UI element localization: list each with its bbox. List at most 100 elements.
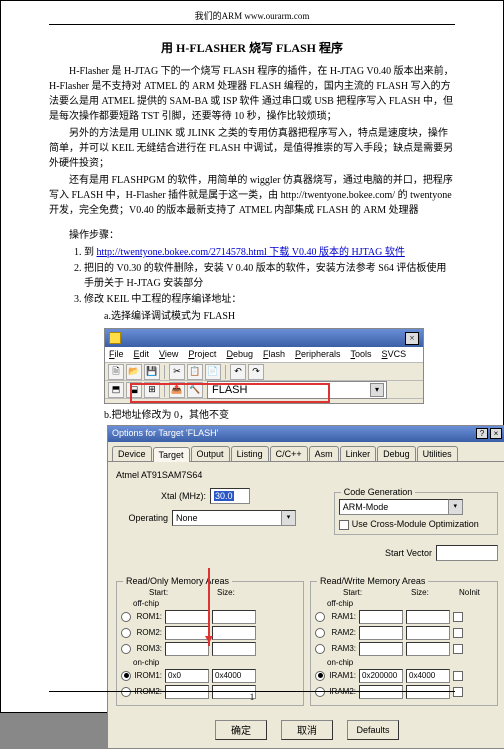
ram3-radio[interactable] <box>315 644 325 654</box>
startvector-input[interactable] <box>436 545 498 561</box>
menu-debug[interactable]: Debug <box>226 349 253 362</box>
codegen-legend: Code Generation <box>341 487 416 497</box>
iram1-size[interactable]: 0x4000 <box>406 669 450 683</box>
para-1: H-Flasher 是 H-JTAG 下的一个烧写 FLASH 程序的插件，在 … <box>49 64 455 124</box>
tb-icon[interactable]: ⬒ <box>108 382 124 398</box>
codegen-group: Code Generation ARM-Mode ▾ Use Cross-Mod… <box>334 492 498 535</box>
red-arrow-annotation <box>208 568 210 646</box>
rom1-radio[interactable] <box>121 612 131 622</box>
highlight-box <box>130 383 330 403</box>
help-icon[interactable]: ? <box>476 428 488 439</box>
menu-tools[interactable]: Tools <box>351 349 372 362</box>
menu-project[interactable]: Project <box>188 349 216 362</box>
irom1-start[interactable]: 0x0 <box>165 669 209 683</box>
onchip-label: on-chip <box>121 658 299 667</box>
device-label: Atmel AT91SAM7S64 <box>116 470 498 480</box>
keil-menubar[interactable]: File Edit View Project Debug Flash Perip… <box>105 347 423 363</box>
iram1-noinit[interactable] <box>453 671 463 681</box>
iram1-radio[interactable] <box>315 671 325 681</box>
dialog-title: Options for Target 'FLASH' <box>112 428 218 442</box>
xtal-input[interactable]: 30.0 <box>210 488 250 504</box>
tab-linker[interactable]: Linker <box>340 446 377 461</box>
tb-icon[interactable]: ↶ <box>230 364 246 380</box>
ok-button[interactable]: 确定 <box>215 720 267 740</box>
tab-utilities[interactable]: Utilities <box>417 446 458 461</box>
tb-icon[interactable]: 📂 <box>126 364 142 380</box>
step-3: 修改 KEIL 中工程的程序编译地址： <box>84 292 455 307</box>
ram3-noinit[interactable] <box>453 644 463 654</box>
tb-icon[interactable]: ↷ <box>248 364 264 380</box>
rw-memory-group: Read/Write Memory Areas Start:Size:NoIni… <box>310 581 498 706</box>
tab-device[interactable]: Device <box>112 446 152 461</box>
download-link[interactable]: http://twentyone.bokee.com/2714578.html <box>97 247 267 258</box>
rom1-size[interactable] <box>212 610 256 624</box>
defaults-button[interactable]: Defaults <box>347 720 399 740</box>
rom3-size[interactable] <box>212 642 256 656</box>
rom2-start[interactable] <box>165 626 209 640</box>
steps-list: 到 http://twentyone.bokee.com/2714578.htm… <box>49 245 455 307</box>
operating-label: Operating <box>116 513 168 523</box>
tab-target[interactable]: Target <box>153 447 190 462</box>
ram3-size[interactable] <box>406 642 450 656</box>
irom1-radio[interactable] <box>121 671 131 681</box>
tab-cpp[interactable]: C/C++ <box>270 446 308 461</box>
ram1-size[interactable] <box>406 610 450 624</box>
ro-legend: Read/Only Memory Areas <box>123 576 232 586</box>
chevron-down-icon[interactable]: ▾ <box>282 510 296 526</box>
chevron-down-icon[interactable]: ▾ <box>370 383 384 397</box>
step-2: 把旧的 V0.30 的软件删除，安装 V 0.40 版本的软件，安装方法参考 S… <box>84 261 455 291</box>
menu-edit[interactable]: Edit <box>134 349 150 362</box>
offchip-label: off-chip <box>315 599 493 608</box>
xtal-label: Xtal (MHz): <box>116 491 206 501</box>
ram3-start[interactable] <box>359 642 403 656</box>
rw-legend: Read/Write Memory Areas <box>317 576 428 586</box>
menu-flash[interactable]: Flash <box>263 349 285 362</box>
rom3-radio[interactable] <box>121 644 131 654</box>
step-3a: a.选择编译调试模式为 FLASH <box>49 309 455 324</box>
offchip-label: off-chip <box>121 599 299 608</box>
step-1: 到 http://twentyone.bokee.com/2714578.htm… <box>84 245 455 260</box>
ram2-radio[interactable] <box>315 628 325 638</box>
rom2-radio[interactable] <box>121 628 131 638</box>
iram1-start[interactable]: 0x200000 <box>359 669 403 683</box>
startvector-label: Start Vector <box>385 548 432 558</box>
para-3: 还有是用 FLASHPGM 的软件，用简单的 wiggler 仿真器烧写，通过电… <box>49 173 455 218</box>
tb-icon[interactable]: 📄 <box>205 364 221 380</box>
step-3b: b.把地址修改为 0，其他不变 <box>49 406 455 421</box>
tb-icon[interactable]: 📋 <box>187 364 203 380</box>
dialog-tabs: Device Target Output Listing C/C++ Asm L… <box>108 442 504 462</box>
tb-icon[interactable]: 💾 <box>144 364 160 380</box>
close-icon[interactable]: × <box>490 428 502 439</box>
menu-view[interactable]: View <box>159 349 178 362</box>
rom3-start[interactable] <box>165 642 209 656</box>
operating-select[interactable]: None <box>172 510 282 526</box>
ram1-start[interactable] <box>359 610 403 624</box>
tab-output[interactable]: Output <box>191 446 230 461</box>
tb-icon[interactable]: ✂ <box>169 364 185 380</box>
menu-peripherals[interactable]: Peripherals <box>295 349 341 362</box>
page-number: 1 <box>1 692 503 702</box>
menu-svcs[interactable]: SVCS <box>382 349 407 362</box>
armmode-select[interactable]: ARM-Mode <box>339 499 449 515</box>
tab-listing[interactable]: Listing <box>231 446 269 461</box>
menu-file[interactable]: File <box>109 349 124 362</box>
ram2-size[interactable] <box>406 626 450 640</box>
ram2-start[interactable] <box>359 626 403 640</box>
crossmod-check[interactable]: Use Cross-Module Optimization <box>339 519 493 530</box>
tab-asm[interactable]: Asm <box>309 446 339 461</box>
irom1-size[interactable]: 0x4000 <box>212 669 256 683</box>
close-icon[interactable]: × <box>405 332 419 345</box>
ram1-noinit[interactable] <box>453 612 463 622</box>
ram1-radio[interactable] <box>315 612 325 622</box>
cancel-button[interactable]: 取消 <box>281 720 333 740</box>
steps-label: 操作步骤： <box>49 226 455 241</box>
chevron-down-icon[interactable]: ▾ <box>449 499 463 515</box>
rom1-start[interactable] <box>165 610 209 624</box>
doc-title: 用 H-FLASHER 烧写 FLASH 程序 <box>49 39 455 56</box>
keil-app-icon <box>109 332 121 344</box>
ram2-noinit[interactable] <box>453 628 463 638</box>
para-2: 另外的方法是用 ULINK 或 JLINK 之类的专用仿真器把程序写入，特点是速… <box>49 126 455 171</box>
rom2-size[interactable] <box>212 626 256 640</box>
tab-debug[interactable]: Debug <box>377 446 416 461</box>
tb-icon[interactable]: 🗎 <box>108 364 124 380</box>
